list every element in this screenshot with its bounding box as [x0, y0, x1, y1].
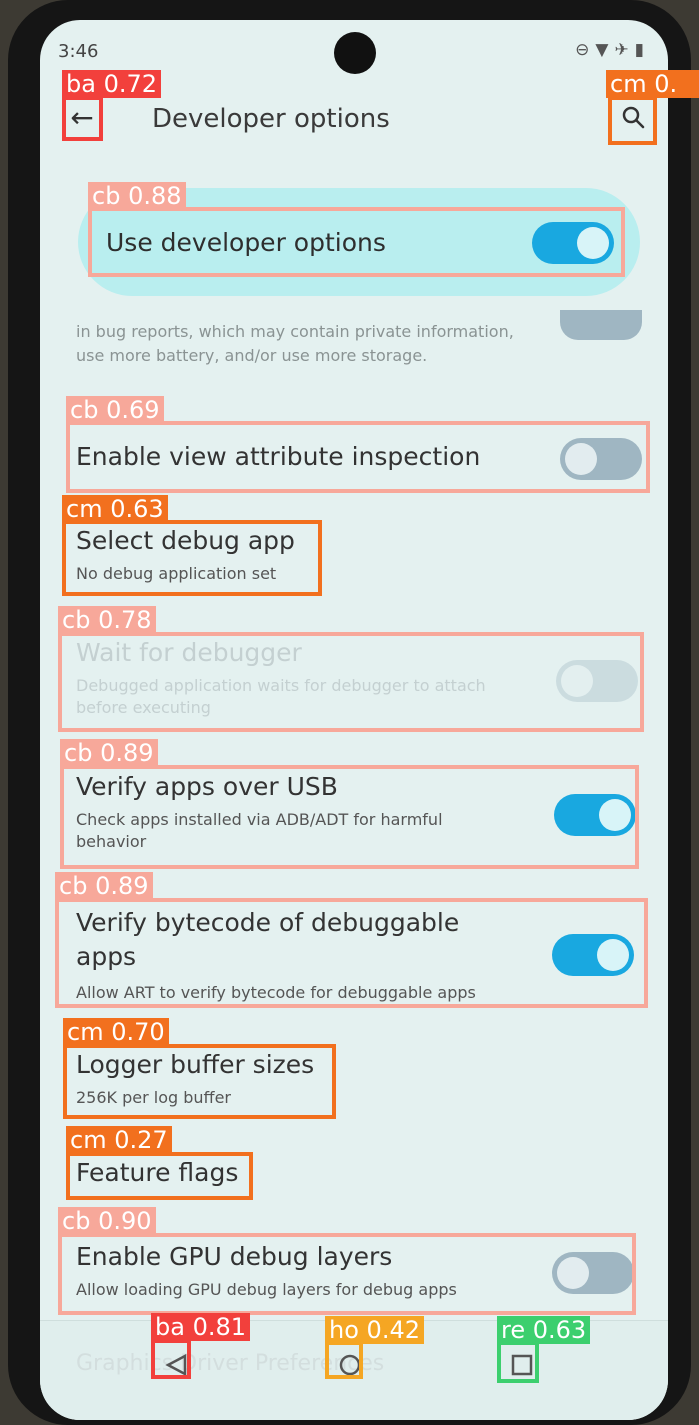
detection-label: cm 0.	[606, 70, 699, 98]
detection-box	[88, 207, 625, 277]
detection-label: cb 0.89	[55, 872, 153, 900]
detection-label: re 0.63	[497, 1316, 591, 1344]
detection-label: ba 0.81	[151, 1313, 251, 1341]
detection-box	[62, 520, 322, 596]
battery-icon: ▮	[634, 40, 650, 60]
detection-label: cb 0.69	[66, 396, 164, 424]
detection-label: cm 0.27	[66, 1126, 172, 1154]
page-title: Developer options	[152, 104, 390, 134]
wifi-icon: ▼	[595, 40, 615, 60]
detection-label: cb 0.90	[58, 1207, 156, 1235]
detection-label: cb 0.89	[60, 739, 158, 767]
detection-label: ba 0.72	[62, 70, 162, 98]
detection-box	[497, 1341, 539, 1383]
detection-box	[58, 632, 644, 732]
cut-off-summary: in bug reports, which may contain privat…	[76, 322, 514, 365]
detection-label: cb 0.88	[88, 182, 186, 210]
detection-box	[608, 96, 657, 145]
detection-box	[62, 96, 103, 141]
status-time: 3:46	[58, 41, 99, 62]
detection-box	[325, 1341, 363, 1379]
camera-cutout	[334, 32, 376, 74]
detection-label: cm 0.70	[63, 1018, 169, 1046]
detection-box	[60, 765, 639, 869]
detection-box	[66, 421, 650, 493]
detection-label: cm 0.63	[62, 495, 168, 523]
status-icons: ⊖▼✈▮	[575, 40, 650, 60]
airplane-icon: ✈	[614, 40, 635, 60]
detection-box	[55, 898, 648, 1008]
detection-box	[58, 1233, 636, 1315]
detection-box	[63, 1044, 336, 1119]
detection-box	[151, 1339, 191, 1379]
detection-label: cb 0.78	[58, 606, 156, 634]
cut-off-toggle[interactable]	[560, 310, 642, 340]
detection-label: ho 0.42	[325, 1316, 424, 1344]
dnd-icon: ⊖	[575, 40, 596, 60]
detection-box	[66, 1152, 253, 1200]
